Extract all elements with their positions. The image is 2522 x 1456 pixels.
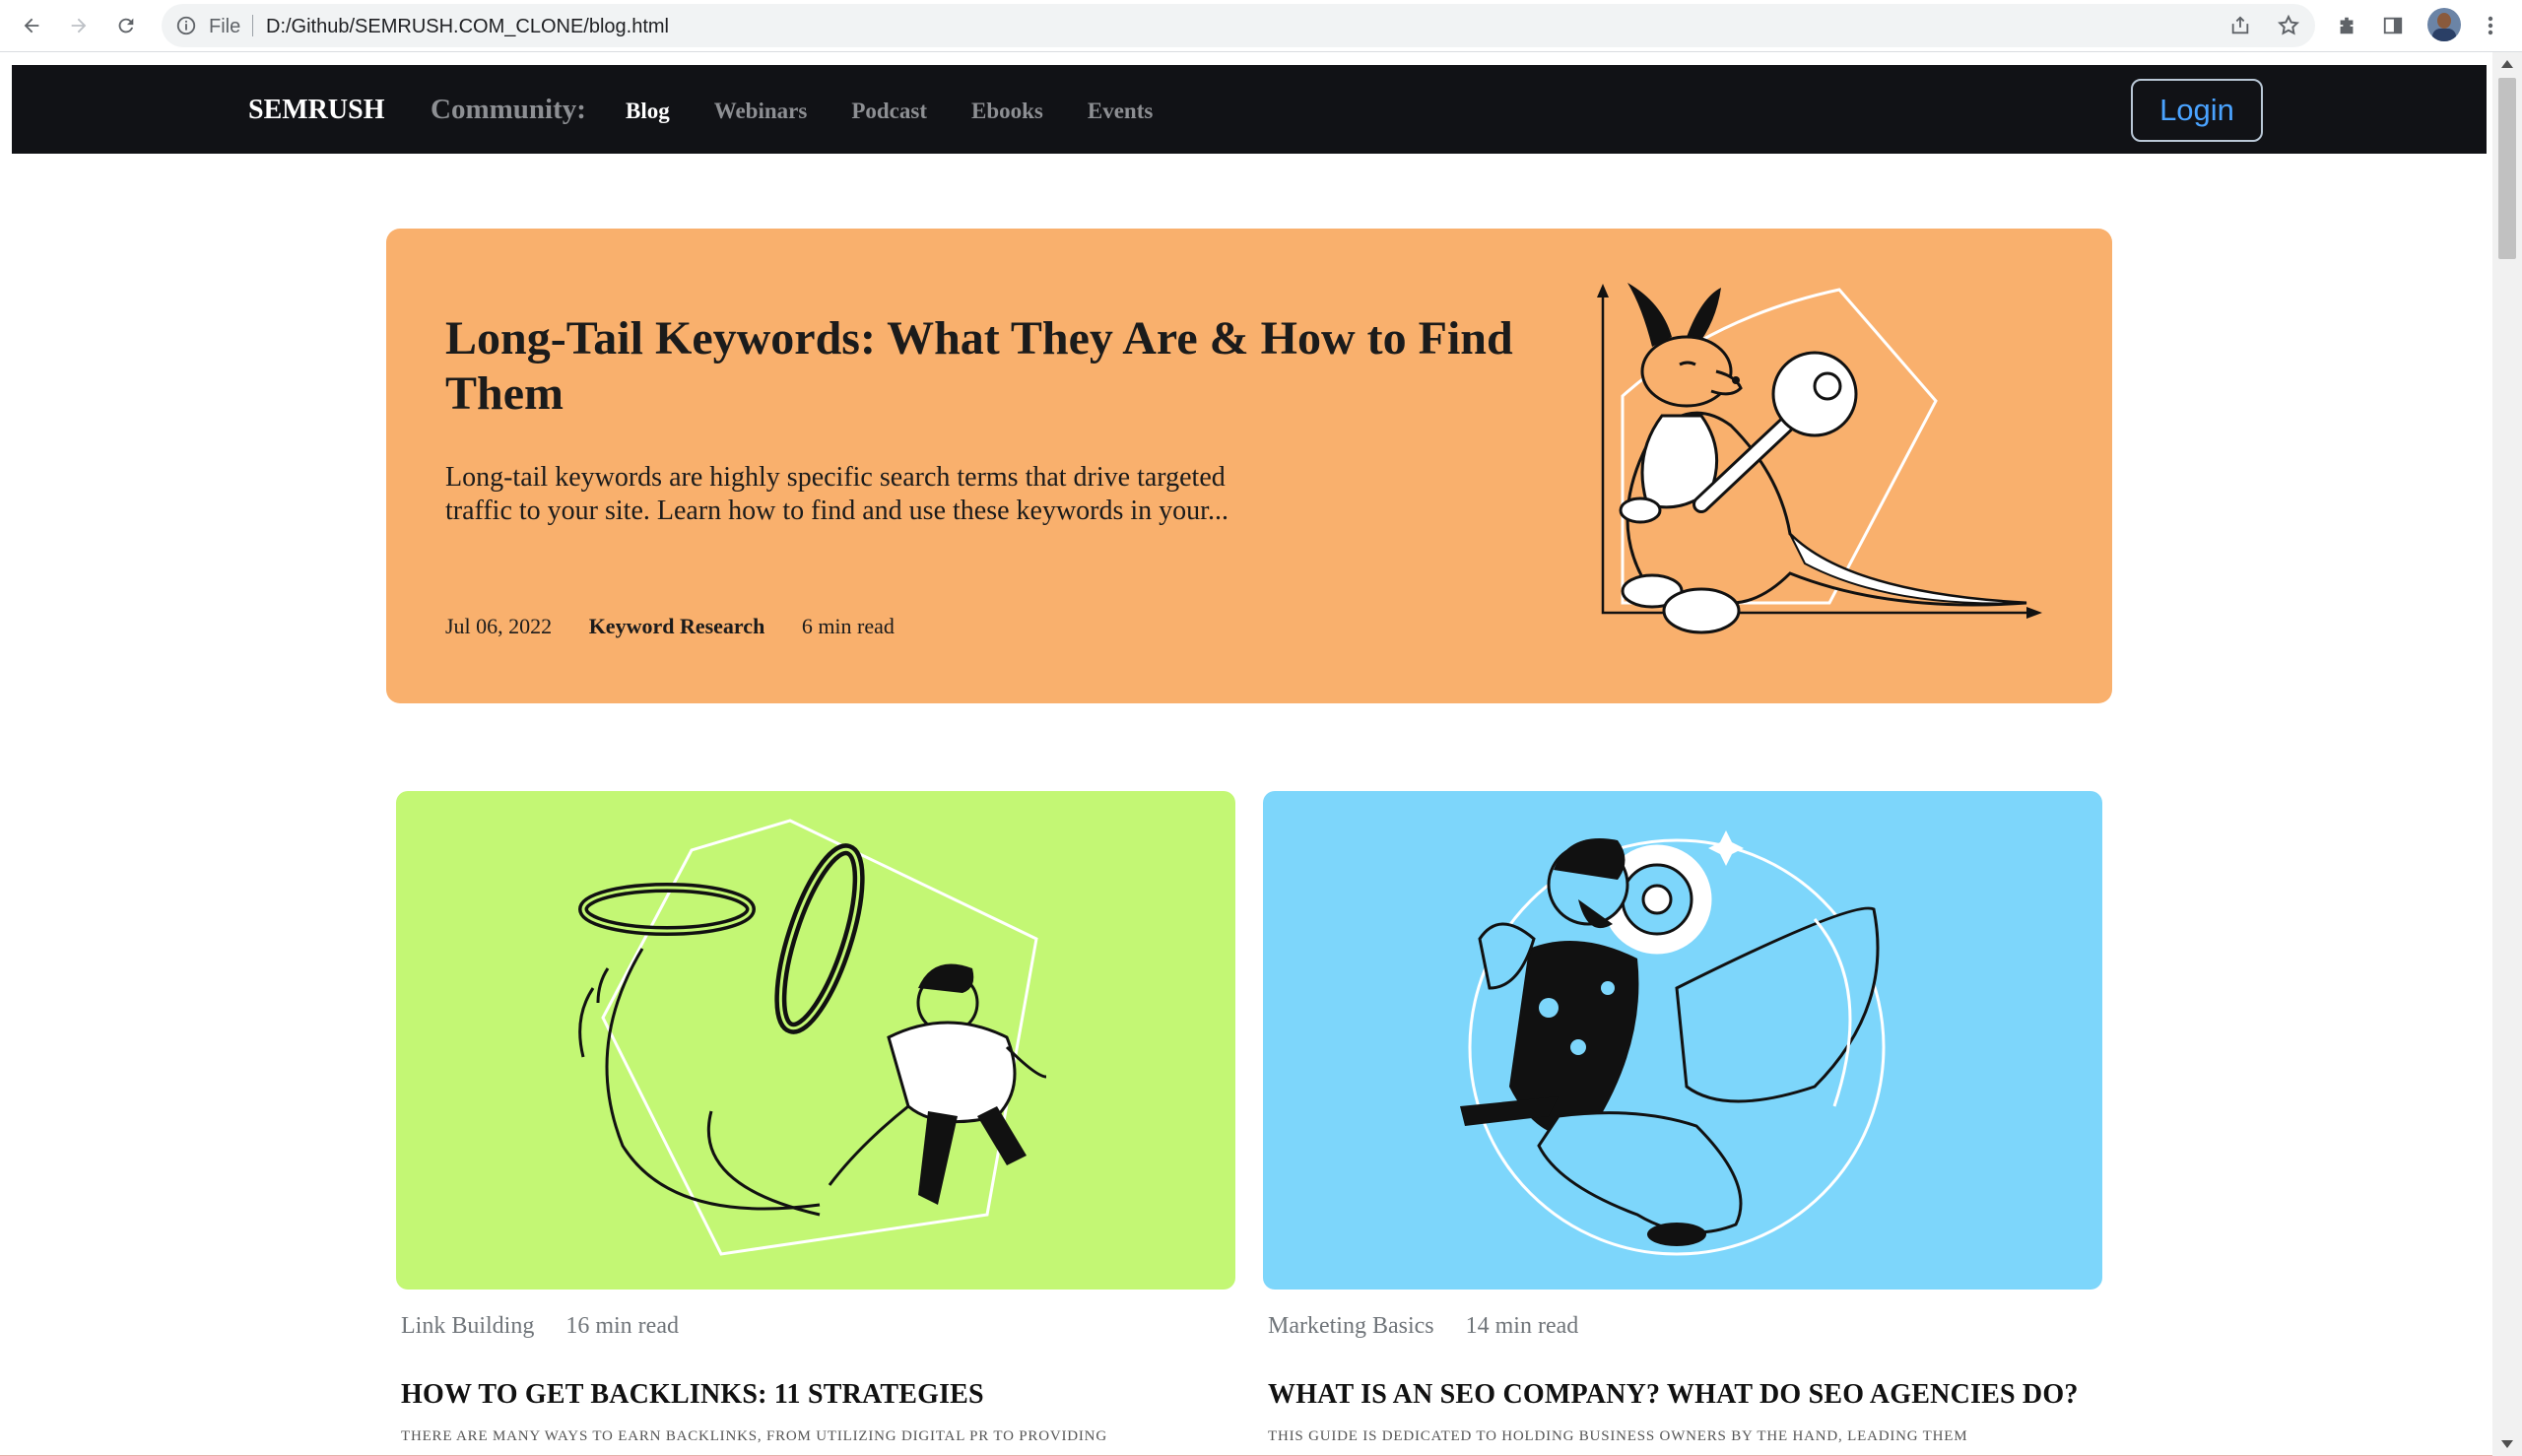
profile-avatar[interactable] xyxy=(2427,8,2461,41)
post-card-backlinks[interactable]: Link Building 16 min read HOW TO GET BAC… xyxy=(396,791,1235,1445)
share-icon[interactable] xyxy=(2226,12,2254,39)
post-card-category[interactable]: Marketing Basics xyxy=(1268,1313,1434,1339)
nav-link-webinars[interactable]: Webinars xyxy=(714,99,808,124)
info-icon[interactable] xyxy=(175,15,197,41)
featured-post-title[interactable]: Long-Tail Keywords: What They Are & How … xyxy=(445,311,1549,422)
url-scheme: File xyxy=(209,16,241,37)
scroll-down-arrow-icon[interactable] xyxy=(2501,1440,2513,1448)
nav-links: Blog Webinars Podcast Ebooks Events xyxy=(626,99,1153,124)
nav-link-events[interactable]: Events xyxy=(1088,99,1153,124)
url-separator xyxy=(252,15,253,36)
brand-logo[interactable]: SEMRUSH xyxy=(248,95,384,126)
thinker-gear-illustration xyxy=(1460,830,1886,1256)
post-card-seo-company[interactable]: Marketing Basics 14 min read WHAT IS AN … xyxy=(1263,791,2102,1445)
post-card-excerpt: THIS GUIDE IS DEDICATED TO HOLDING BUSIN… xyxy=(1268,1428,1968,1444)
post-card-image[interactable] xyxy=(1263,791,2102,1290)
post-read-time: 6 min read xyxy=(801,614,895,638)
post-date: Jul 06, 2022 xyxy=(445,614,553,638)
kangaroo-key-illustration xyxy=(1597,283,2042,634)
forward-icon[interactable] xyxy=(63,10,95,41)
side-panel-icon[interactable] xyxy=(2379,12,2407,39)
featured-post-meta: Jul 06, 2022 Keyword Research 6 min read xyxy=(445,614,895,639)
featured-post[interactable]: Long-Tail Keywords: What They Are & How … xyxy=(386,229,2112,703)
address-bar[interactable]: File D:/Github/SEMRUSH.COM_CLONE/blog.ht… xyxy=(162,4,2315,47)
url-text[interactable]: D:/Github/SEMRUSH.COM_CLONE/blog.html xyxy=(266,16,669,38)
post-card-read-time: 16 min read xyxy=(565,1313,679,1339)
nav-link-ebooks[interactable]: Ebooks xyxy=(971,99,1043,124)
featured-post-description: Long-tail keywords are highly specific s… xyxy=(445,462,1228,526)
reload-icon[interactable] xyxy=(110,10,142,41)
nav-link-podcast[interactable]: Podcast xyxy=(851,99,927,124)
site-header: SEMRUSH Community: Blog Webinars Podcast… xyxy=(12,65,2487,154)
bookmark-star-icon[interactable] xyxy=(2275,12,2302,39)
scrollbar-thumb[interactable] xyxy=(2498,78,2516,259)
back-icon[interactable] xyxy=(16,10,47,41)
post-card-meta: Link Building 16 min read xyxy=(396,1313,1235,1340)
browser-toolbar: File D:/Github/SEMRUSH.COM_CLONE/blog.ht… xyxy=(0,0,2522,52)
extensions-icon[interactable] xyxy=(2333,12,2360,39)
hoop-runner-illustration xyxy=(578,819,1047,1256)
post-card-meta: Marketing Basics 14 min read xyxy=(1263,1313,2102,1340)
post-card-excerpt: THERE ARE MANY WAYS TO EARN BACKLINKS, F… xyxy=(401,1428,1107,1444)
menu-dots-icon[interactable] xyxy=(2477,12,2504,39)
post-card-category[interactable]: Link Building xyxy=(401,1313,534,1339)
post-card-image[interactable] xyxy=(396,791,1235,1290)
post-card-title[interactable]: HOW TO GET BACKLINKS: 11 STRATEGIES xyxy=(401,1379,1235,1411)
page-scrollbar[interactable] xyxy=(2492,52,2522,1456)
post-card-title[interactable]: WHAT IS AN SEO COMPANY? WHAT DO SEO AGEN… xyxy=(1268,1379,2102,1411)
scroll-up-arrow-icon[interactable] xyxy=(2501,60,2513,68)
nav-link-blog[interactable]: Blog xyxy=(626,99,670,124)
community-label: Community: xyxy=(431,94,586,125)
login-button[interactable]: Login xyxy=(2131,79,2263,142)
page-viewport: SEMRUSH Community: Blog Webinars Podcast… xyxy=(0,52,2492,1456)
post-card-read-time: 14 min read xyxy=(1465,1313,1579,1339)
post-category[interactable]: Keyword Research xyxy=(589,614,765,638)
